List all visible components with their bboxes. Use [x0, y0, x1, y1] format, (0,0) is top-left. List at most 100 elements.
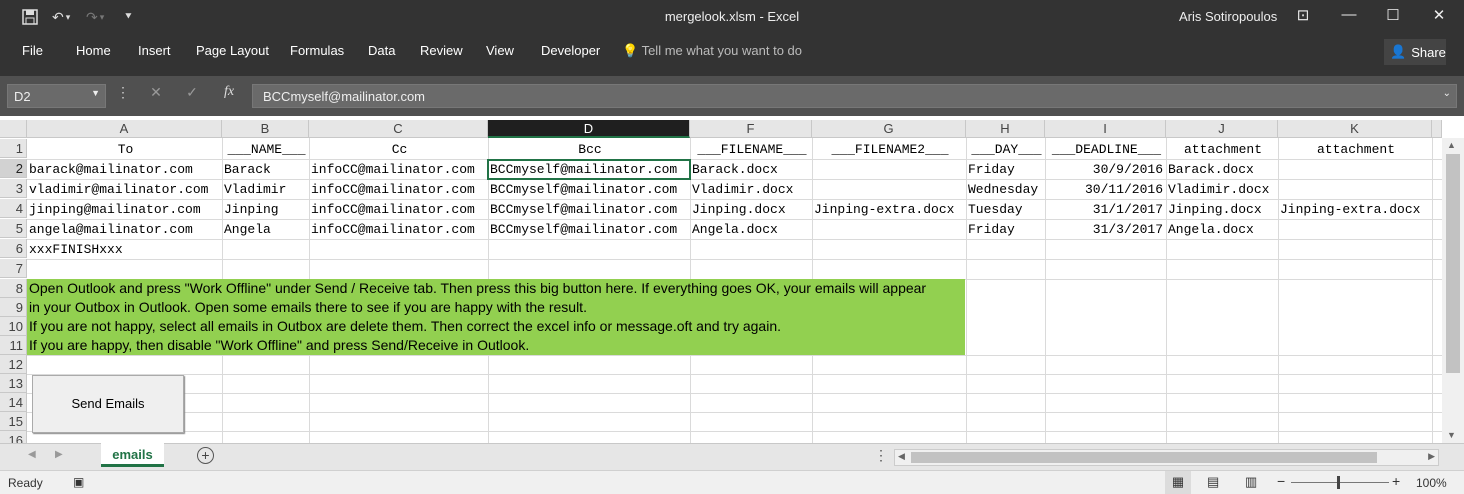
header-cell-day[interactable]: ___DAY___ [966, 140, 1045, 159]
cell-c2[interactable]: infoCC@mailinator.com [309, 160, 488, 179]
col-header-a[interactable]: A [27, 120, 222, 138]
tab-data[interactable]: Data [368, 43, 395, 58]
zoom-slider-thumb[interactable] [1337, 476, 1340, 489]
cell-k3[interactable] [1278, 180, 1432, 199]
normal-view-icon[interactable]: ▦ [1165, 471, 1191, 494]
cell-b5[interactable]: Angela [222, 220, 309, 239]
col-header-b[interactable]: B [222, 120, 309, 138]
enter-icon[interactable]: ✓ [182, 84, 202, 108]
select-all-corner[interactable] [0, 120, 27, 138]
row-header-11[interactable]: 11 [0, 336, 27, 355]
minimize-icon[interactable]: — [1334, 6, 1364, 28]
name-box[interactable]: D2 ▼ [7, 84, 106, 108]
worksheet-grid[interactable]: A B C D F G H I J K 1 2 3 4 5 6 7 8 9 10… [0, 116, 1464, 443]
tab-view[interactable]: View [486, 43, 514, 58]
maximize-icon[interactable]: ☐ [1378, 6, 1408, 28]
tab-home[interactable]: Home [76, 43, 111, 58]
scroll-right-icon[interactable]: ▶ [1428, 451, 1435, 462]
cell-a4[interactable]: jinping@mailinator.com [27, 200, 222, 219]
cell-d3[interactable]: BCCmyself@mailinator.com [488, 180, 690, 199]
row-header-13[interactable]: 13 [0, 374, 27, 393]
more-options-icon[interactable]: ⋮ [874, 447, 888, 464]
header-cell-attachment[interactable]: attachment [1166, 140, 1278, 159]
cell-h2[interactable]: Friday [966, 160, 1045, 179]
col-header-c[interactable]: C [309, 120, 488, 138]
cell-j2[interactable]: Barack.docx [1166, 160, 1278, 179]
row-header-4[interactable]: 4 [0, 199, 27, 218]
send-emails-button[interactable]: Send Emails [32, 375, 184, 433]
row-header-5[interactable]: 5 [0, 219, 27, 238]
scroll-thumb[interactable] [1446, 154, 1460, 373]
add-sheet-icon[interactable]: + [197, 447, 214, 464]
header-cell-filename[interactable]: ___FILENAME___ [690, 140, 812, 159]
zoom-level[interactable]: 100% [1416, 476, 1447, 490]
prev-sheet-icon[interactable]: ◀ [28, 449, 36, 460]
tab-page-layout[interactable]: Page Layout [196, 43, 269, 58]
row-header-15[interactable]: 15 [0, 412, 27, 431]
cell-a5[interactable]: angela@mailinator.com [27, 220, 222, 239]
cell-f5[interactable]: Angela.docx [690, 220, 812, 239]
macro-record-icon[interactable]: ▣ [73, 475, 84, 489]
tell-me-box[interactable]: 💡 Tell me what you want to do [622, 43, 802, 59]
cell-k4[interactable]: Jinping-extra.docx [1278, 200, 1432, 219]
cell-g2[interactable] [812, 160, 966, 179]
header-cell-to[interactable]: To [27, 140, 222, 159]
ribbon-display-icon[interactable]: ⊡ [1288, 6, 1318, 28]
formula-input[interactable]: BCCmyself@mailinator.com ⌄ [252, 84, 1457, 108]
cell-i4[interactable]: 31/1/2017 [1045, 200, 1166, 219]
header-cell-deadline[interactable]: ___DEADLINE___ [1045, 140, 1166, 159]
scroll-up-icon[interactable]: ▲ [1447, 140, 1456, 150]
expand-formula-icon[interactable]: ⌄ [1443, 88, 1451, 99]
row-header-2[interactable]: 2 [0, 159, 27, 178]
col-header-d[interactable]: D [488, 120, 690, 138]
page-break-view-icon[interactable]: ▥ [1245, 474, 1257, 490]
cell-j3[interactable]: Vladimir.docx [1166, 180, 1278, 199]
cell-a6[interactable]: xxxFINISHxxx [27, 240, 222, 259]
row-header-16[interactable]: 16 [0, 431, 27, 443]
zoom-out-icon[interactable]: − [1277, 473, 1285, 489]
zoom-in-icon[interactable]: + [1392, 473, 1400, 489]
sheet-tab-emails[interactable]: emails [101, 443, 164, 467]
share-button[interactable]: 👤 Share [1384, 39, 1446, 65]
chevron-down-icon[interactable]: ▼ [91, 88, 100, 98]
row-header-1[interactable]: 1 [0, 139, 27, 158]
cell-a2[interactable]: barack@mailinator.com [27, 160, 222, 179]
row-header-14[interactable]: 14 [0, 393, 27, 412]
cell-j5[interactable]: Angela.docx [1166, 220, 1278, 239]
col-header-f[interactable]: F [690, 120, 812, 138]
cell-d4[interactable]: BCCmyself@mailinator.com [488, 200, 690, 219]
close-icon[interactable]: ✕ [1424, 6, 1454, 28]
cell-f2[interactable]: Barack.docx [690, 160, 812, 179]
cell-h3[interactable]: Wednesday [966, 180, 1045, 199]
cell-g5[interactable] [812, 220, 966, 239]
cell-g3[interactable] [812, 180, 966, 199]
row-header-3[interactable]: 3 [0, 179, 27, 198]
page-layout-view-icon[interactable]: ▤ [1207, 474, 1219, 490]
cell-i2[interactable]: 30/9/2016 [1045, 160, 1166, 179]
hscroll-thumb[interactable] [911, 452, 1377, 463]
horizontal-scrollbar[interactable]: ◀ ▶ [894, 449, 1439, 466]
cell-b2[interactable]: Barack [222, 160, 309, 179]
header-cell-name[interactable]: ___NAME___ [222, 140, 309, 159]
tab-insert[interactable]: Insert [138, 43, 171, 58]
scroll-down-icon[interactable]: ▼ [1447, 430, 1456, 440]
row-header-8[interactable]: 8 [0, 279, 27, 298]
cell-b4[interactable]: Jinping [222, 200, 309, 219]
col-header-j[interactable]: J [1166, 120, 1278, 138]
cell-h5[interactable]: Friday [966, 220, 1045, 239]
tab-developer[interactable]: Developer [541, 43, 600, 58]
header-cell-filename2[interactable]: ___FILENAME2___ [812, 140, 966, 159]
cell-g4[interactable]: Jinping-extra.docx [812, 200, 966, 219]
next-sheet-icon[interactable]: ▶ [55, 449, 63, 460]
zoom-slider[interactable] [1291, 482, 1389, 483]
vertical-scrollbar[interactable]: ▲ ▼ [1442, 138, 1464, 443]
cell-k5[interactable] [1278, 220, 1432, 239]
row-header-12[interactable]: 12 [0, 355, 27, 374]
header-cell-bcc[interactable]: Bcc [488, 140, 690, 159]
header-cell-attachment-2[interactable]: attachment [1278, 140, 1432, 159]
cell-f4[interactable]: Jinping.docx [690, 200, 812, 219]
tab-formulas[interactable]: Formulas [290, 43, 344, 58]
cell-a3[interactable]: vladimir@mailinator.com [27, 180, 222, 199]
row-header-9[interactable]: 9 [0, 298, 27, 317]
header-cell-cc[interactable]: Cc [309, 140, 488, 159]
